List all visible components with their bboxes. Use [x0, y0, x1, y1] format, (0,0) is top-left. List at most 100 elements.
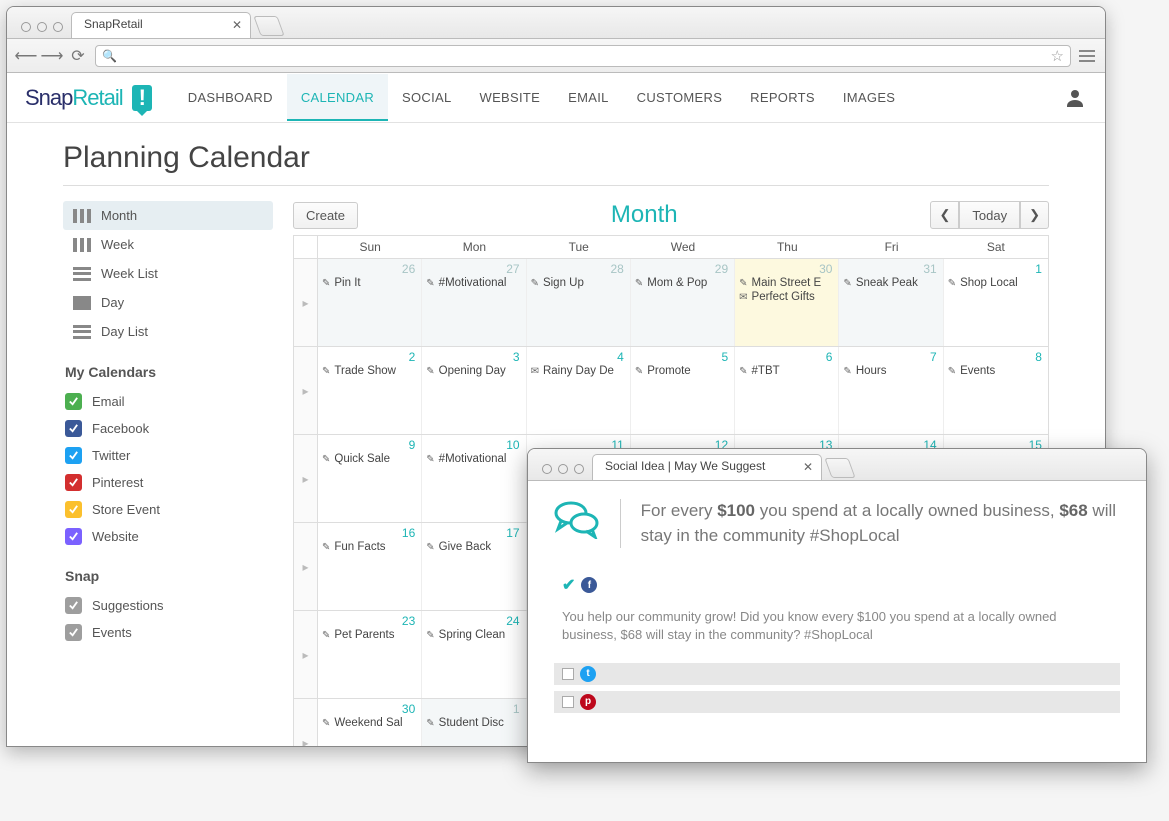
nav-dashboard[interactable]: DASHBOARD: [174, 74, 287, 121]
network-row-pinterest[interactable]: p: [554, 691, 1120, 713]
calendar-cell[interactable]: 6✎#TBT: [735, 347, 839, 434]
checkbox[interactable]: [65, 393, 82, 410]
calendar-event[interactable]: ✉Rainy Day De: [531, 364, 626, 378]
calendar-cell[interactable]: 9✎Quick Sale: [318, 435, 422, 522]
popup-window-controls[interactable]: [536, 456, 592, 480]
calendar-event[interactable]: ✎Fun Facts: [322, 540, 417, 554]
calendar-events[interactable]: Events: [63, 619, 273, 646]
row-expand-toggle[interactable]: ▸: [294, 435, 318, 522]
calendar-event[interactable]: ✎Opening Day: [426, 364, 521, 378]
calendar-event[interactable]: ✎Quick Sale: [322, 452, 417, 466]
user-icon[interactable]: [1063, 86, 1087, 110]
app-logo[interactable]: SnapRetail !: [25, 85, 152, 111]
calendar-event[interactable]: ✉Perfect Gifts: [739, 290, 834, 304]
view-week[interactable]: Week: [63, 230, 273, 259]
create-button[interactable]: Create: [293, 202, 358, 229]
row-expand-toggle[interactable]: ▸: [294, 347, 318, 434]
calendar-event[interactable]: ✎Spring Clean: [426, 628, 521, 642]
checkbox[interactable]: [65, 474, 82, 491]
window-controls[interactable]: [15, 14, 71, 38]
view-month[interactable]: Month: [63, 201, 273, 230]
calendar-event[interactable]: ✎#Motivational: [426, 276, 521, 290]
checkbox[interactable]: [562, 668, 574, 680]
close-icon[interactable]: ✕: [803, 460, 813, 474]
calendar-cell[interactable]: 2✎Trade Show: [318, 347, 422, 434]
nav-calendar[interactable]: CALENDAR: [287, 74, 388, 121]
calendar-event[interactable]: ✎Sign Up: [531, 276, 626, 290]
calendar-cell[interactable]: 17✎Give Back: [422, 523, 526, 610]
checkbox[interactable]: [65, 597, 82, 614]
calendar-twitter[interactable]: Twitter: [63, 442, 273, 469]
nav-images[interactable]: IMAGES: [829, 74, 909, 121]
row-expand-toggle[interactable]: ▸: [294, 611, 318, 698]
calendar-event[interactable]: ✎Pin It: [322, 276, 417, 290]
calendar-email[interactable]: Email: [63, 388, 273, 415]
nav-customers[interactable]: CUSTOMERS: [623, 74, 737, 121]
calendar-cell[interactable]: 31✎Sneak Peak: [839, 259, 943, 346]
calendar-facebook[interactable]: Facebook: [63, 415, 273, 442]
calendar-cell[interactable]: 30✎Weekend Sal: [318, 699, 422, 746]
network-row-twitter[interactable]: t: [554, 663, 1120, 685]
calendar-event[interactable]: ✎Sneak Peak: [843, 276, 938, 290]
calendar-event[interactable]: ✎#TBT: [739, 364, 834, 378]
next-button[interactable]: ❯: [1020, 201, 1049, 229]
calendar-event[interactable]: ✎Pet Parents: [322, 628, 417, 642]
calendar-cell[interactable]: 1✎Student Disc: [422, 699, 526, 746]
calendar-event[interactable]: ✎Weekend Sal: [322, 716, 417, 730]
calendar-cell[interactable]: 8✎Events: [944, 347, 1048, 434]
new-tab-button[interactable]: [253, 16, 284, 36]
close-icon[interactable]: ✕: [232, 18, 242, 32]
calendar-event[interactable]: ✎Give Back: [426, 540, 521, 554]
calendar-cell[interactable]: 10✎#Motivational: [422, 435, 526, 522]
url-bar[interactable]: 🔍 ☆: [95, 45, 1071, 67]
calendar-store-event[interactable]: Store Event: [63, 496, 273, 523]
checkbox[interactable]: [65, 624, 82, 641]
nav-website[interactable]: WEBSITE: [466, 74, 555, 121]
calendar-pinterest[interactable]: Pinterest: [63, 469, 273, 496]
calendar-event[interactable]: ✎Shop Local: [948, 276, 1044, 290]
prev-button[interactable]: ❮: [930, 201, 959, 229]
calendar-event[interactable]: ✎#Motivational: [426, 452, 521, 466]
calendar-cell[interactable]: 29✎Mom & Pop: [631, 259, 735, 346]
calendar-event[interactable]: ✎Main Street E: [739, 276, 834, 290]
calendar-cell[interactable]: 3✎Opening Day: [422, 347, 526, 434]
view-week-list[interactable]: Week List: [63, 259, 273, 288]
calendar-event[interactable]: ✎Trade Show: [322, 364, 417, 378]
view-day-list[interactable]: Day List: [63, 317, 273, 346]
back-icon[interactable]: ⟵: [17, 47, 35, 65]
menu-icon[interactable]: [1079, 50, 1095, 62]
calendar-cell[interactable]: 26✎Pin It: [318, 259, 422, 346]
calendar-cell[interactable]: 4✉Rainy Day De: [527, 347, 631, 434]
calendar-cell[interactable]: 5✎Promote: [631, 347, 735, 434]
checkbox[interactable]: [65, 528, 82, 545]
calendar-cell[interactable]: 28✎Sign Up: [527, 259, 631, 346]
nav-social[interactable]: SOCIAL: [388, 74, 465, 121]
today-button[interactable]: Today: [959, 201, 1020, 229]
row-expand-toggle[interactable]: ▸: [294, 523, 318, 610]
nav-reports[interactable]: REPORTS: [736, 74, 829, 121]
checkbox[interactable]: [65, 447, 82, 464]
calendar-suggestions[interactable]: Suggestions: [63, 592, 273, 619]
calendar-cell[interactable]: 1✎Shop Local: [944, 259, 1048, 346]
calendar-event[interactable]: ✎Student Disc: [426, 716, 521, 730]
calendar-cell[interactable]: 23✎Pet Parents: [318, 611, 422, 698]
calendar-website[interactable]: Website: [63, 523, 273, 550]
view-day[interactable]: Day: [63, 288, 273, 317]
reload-icon[interactable]: ⟳: [69, 47, 87, 65]
row-expand-toggle[interactable]: ▸: [294, 699, 318, 746]
popup-tab[interactable]: Social Idea | May We Suggest ✕: [592, 454, 822, 480]
calendar-cell[interactable]: 30✎Main Street E✉Perfect Gifts: [735, 259, 839, 346]
bookmark-icon[interactable]: ☆: [1051, 47, 1064, 65]
calendar-event[interactable]: ✎Events: [948, 364, 1044, 378]
calendar-cell[interactable]: 24✎Spring Clean: [422, 611, 526, 698]
calendar-cell[interactable]: 16✎Fun Facts: [318, 523, 422, 610]
calendar-event[interactable]: ✎Mom & Pop: [635, 276, 730, 290]
checkbox[interactable]: [65, 501, 82, 518]
new-tab-button[interactable]: [824, 458, 855, 478]
calendar-cell[interactable]: 7✎Hours: [839, 347, 943, 434]
calendar-event[interactable]: ✎Hours: [843, 364, 938, 378]
forward-icon[interactable]: ⟶: [43, 47, 61, 65]
network-row-facebook[interactable]: ✔ f: [554, 572, 1120, 598]
calendar-cell[interactable]: 27✎#Motivational: [422, 259, 526, 346]
browser-tab[interactable]: SnapRetail ✕: [71, 12, 251, 38]
